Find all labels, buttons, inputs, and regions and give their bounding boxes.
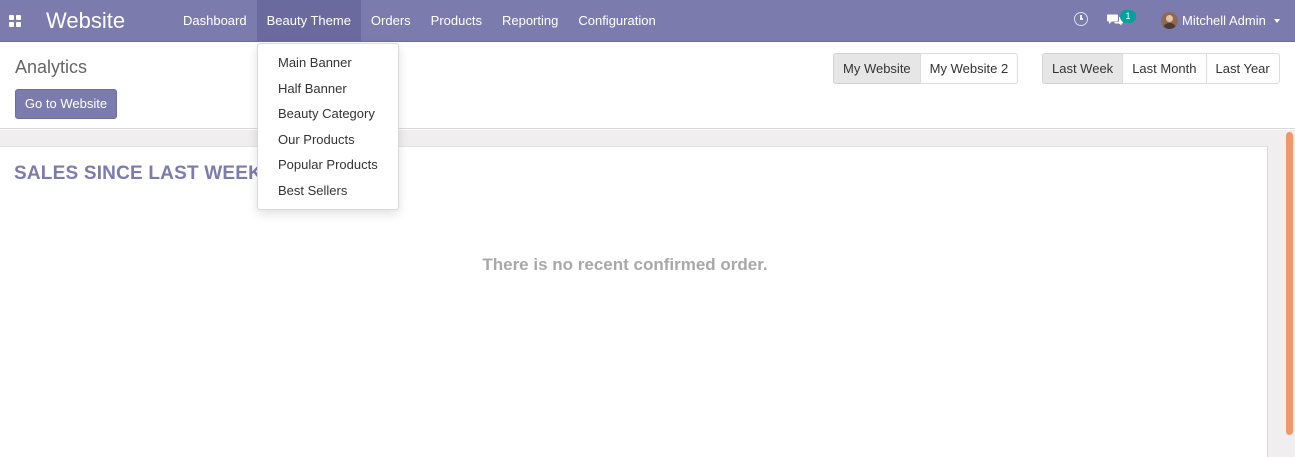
- main-menu: Dashboard Beauty Theme Orders Products R…: [173, 0, 666, 42]
- website-option-my-website-2[interactable]: My Website 2: [919, 53, 1019, 84]
- user-menu-name[interactable]: Mitchell Admin: [1182, 0, 1266, 42]
- page-title: Analytics: [15, 57, 88, 77]
- menu-orders[interactable]: Orders: [361, 0, 421, 42]
- dropdown-item-our-products[interactable]: Our Products: [258, 127, 398, 153]
- dropdown-item-popular-products[interactable]: Popular Products: [258, 152, 398, 178]
- website-switcher: My Website My Website 2: [833, 53, 1019, 84]
- dropdown-item-best-sellers[interactable]: Best Sellers: [258, 178, 398, 204]
- beauty-theme-dropdown: Main Banner Half Banner Beauty Category …: [257, 43, 399, 210]
- period-switcher: Last Week Last Month Last Year: [1042, 53, 1280, 84]
- caret-down-icon[interactable]: [1274, 19, 1280, 23]
- empty-orders-message: There is no recent confirmed order.: [482, 255, 768, 274]
- dropdown-item-beauty-category[interactable]: Beauty Category: [258, 101, 398, 127]
- app-brand[interactable]: Website: [46, 8, 125, 34]
- message-count-badge: 1: [1120, 10, 1136, 23]
- control-panel: Analytics Go to Website My Website My We…: [0, 43, 1295, 129]
- dropdown-item-half-banner[interactable]: Half Banner: [258, 76, 398, 102]
- dashboard-content: SALES SINCE LAST WEEK There is no recent…: [0, 130, 1295, 457]
- period-last-month[interactable]: Last Month: [1122, 53, 1207, 84]
- period-last-week[interactable]: Last Week: [1042, 53, 1124, 84]
- dropdown-item-main-banner[interactable]: Main Banner: [258, 50, 398, 76]
- top-navbar: Website Dashboard Beauty Theme Orders Pr…: [0, 0, 1295, 42]
- go-to-website-button[interactable]: Go to Website: [15, 89, 117, 119]
- menu-products[interactable]: Products: [421, 0, 492, 42]
- avatar[interactable]: [1161, 12, 1178, 29]
- website-option-my-website[interactable]: My Website: [833, 53, 921, 84]
- clock-icon[interactable]: [1074, 12, 1088, 26]
- menu-reporting[interactable]: Reporting: [492, 0, 568, 42]
- menu-configuration[interactable]: Configuration: [568, 0, 665, 42]
- vertical-scrollbar[interactable]: [1286, 132, 1293, 435]
- period-last-year[interactable]: Last Year: [1205, 53, 1280, 84]
- menu-dashboard[interactable]: Dashboard: [173, 0, 257, 42]
- sales-title: SALES SINCE LAST WEEK: [14, 163, 263, 184]
- menu-beauty-theme[interactable]: Beauty Theme: [256, 0, 361, 42]
- apps-grid-icon[interactable]: [9, 15, 21, 27]
- sales-card: SALES SINCE LAST WEEK There is no recent…: [0, 146, 1268, 457]
